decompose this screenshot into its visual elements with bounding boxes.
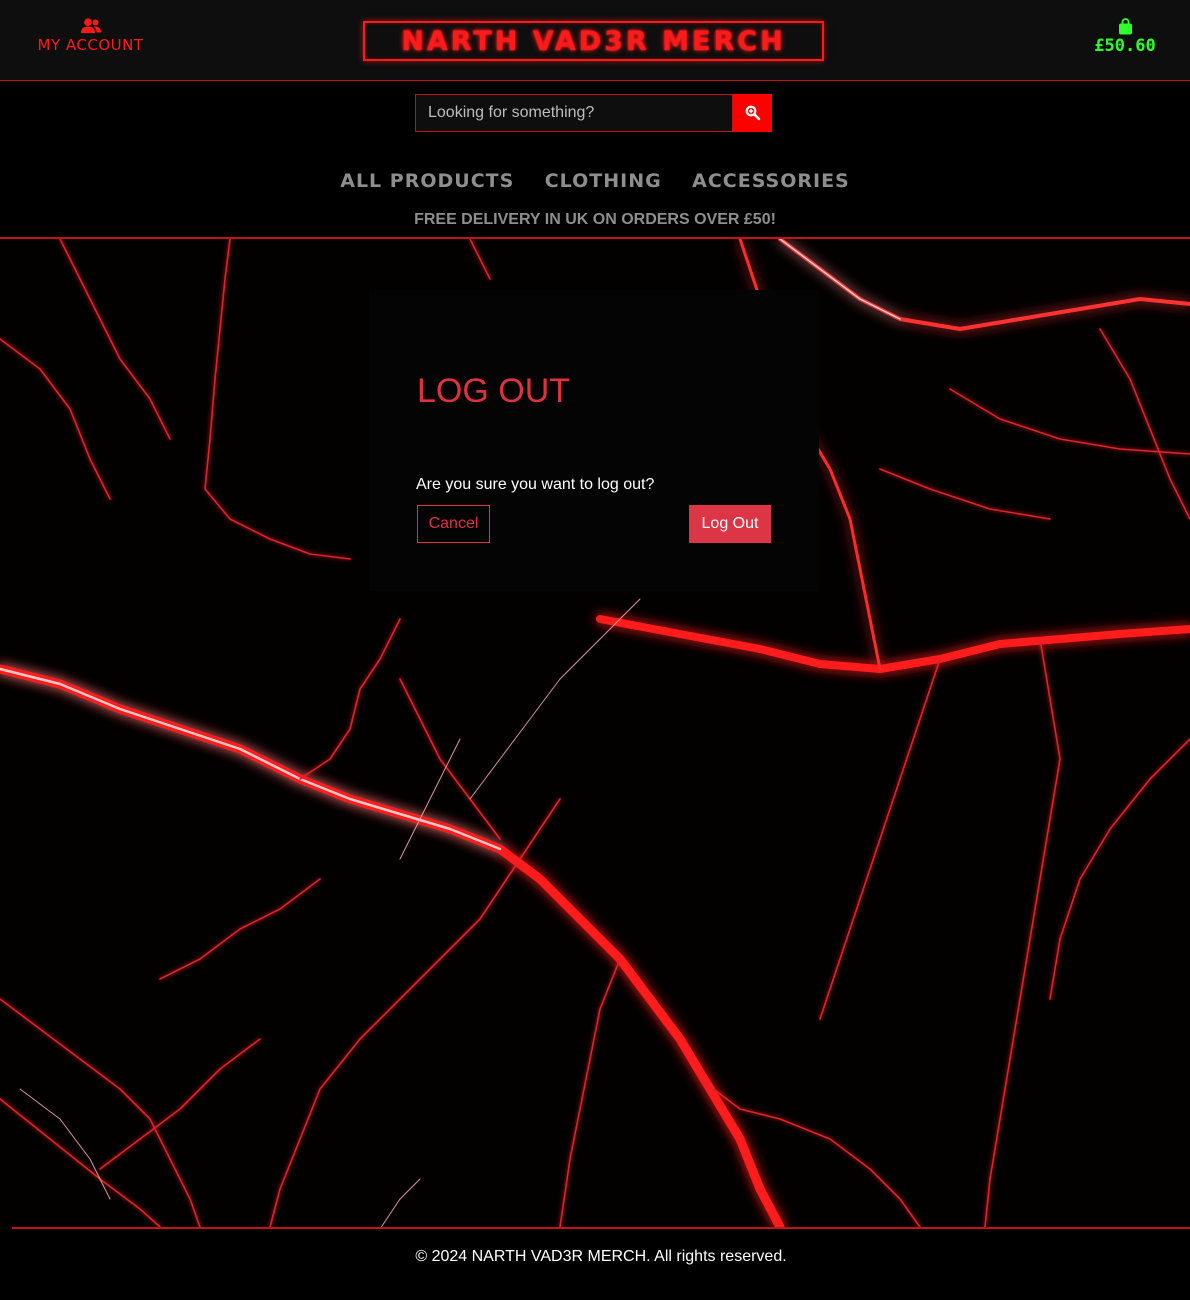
logout-title: LOG OUT: [417, 372, 571, 410]
nav-all-products[interactable]: ALL PRODUCTS: [340, 170, 514, 192]
brand-logo-link[interactable]: NARTH VAD3R MERCH: [363, 21, 824, 61]
search-button[interactable]: [733, 94, 772, 132]
users-icon: [80, 18, 101, 33]
bag-total: £50.60: [1094, 36, 1156, 56]
cancel-button[interactable]: Cancel: [417, 505, 490, 543]
footer-copyright: © 2024 NARTH VAD3R MERCH. All rights res…: [415, 1248, 787, 1265]
logout-card: LOG OUT Are you sure you want to log out…: [369, 290, 819, 591]
my-account-label: MY ACCOUNT: [37, 36, 144, 54]
my-account-link[interactable]: MY ACCOUNT: [28, 18, 153, 54]
nav-accessories[interactable]: ACCESSORIES: [692, 170, 850, 192]
search-form: [415, 94, 772, 132]
shopping-bag-link[interactable]: £50.60: [1085, 18, 1165, 56]
main-nav: ALL PRODUCTS CLOTHING ACCESSORIES: [0, 170, 1190, 192]
shopping-bag-icon: [1118, 18, 1132, 35]
log-out-button[interactable]: Log Out: [689, 505, 771, 543]
search-input[interactable]: [415, 94, 733, 132]
brand-title: NARTH VAD3R MERCH: [401, 25, 786, 57]
search-icon: [745, 105, 760, 121]
logout-confirmation-text: Are you sure you want to log out?: [416, 476, 655, 493]
site-footer: © 2024 NARTH VAD3R MERCH. All rights res…: [12, 1227, 1190, 1300]
sub-header: ALL PRODUCTS CLOTHING ACCESSORIES FREE D…: [0, 81, 1190, 239]
nav-clothing[interactable]: CLOTHING: [545, 170, 662, 192]
delivery-banner: FREE DELIVERY IN UK ON ORDERS OVER £50!: [414, 211, 776, 228]
site-header: MY ACCOUNT NARTH VAD3R MERCH £50.60: [0, 0, 1190, 81]
